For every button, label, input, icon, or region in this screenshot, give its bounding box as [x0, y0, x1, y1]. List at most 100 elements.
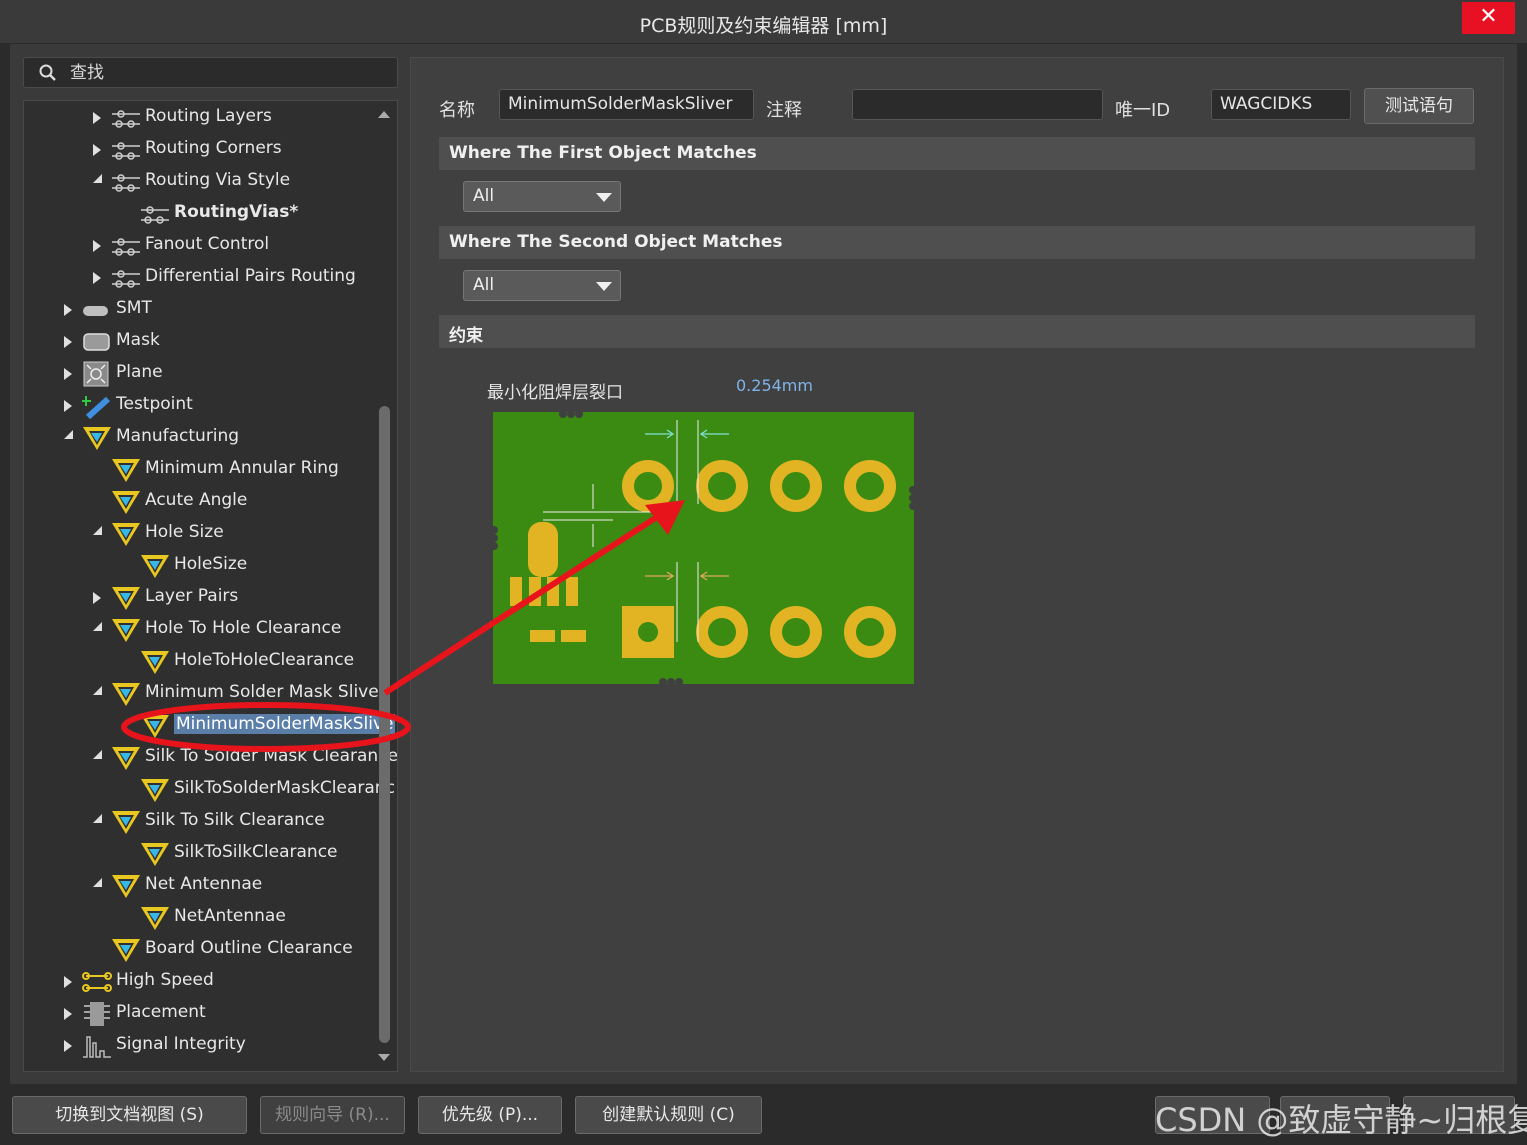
watermark: CSDN @致虚守静~归根复命	[1155, 1101, 1527, 1139]
chevron-down-icon[interactable]	[93, 526, 102, 535]
tree-item[interactable]: Board Outline Clearance	[24, 934, 384, 966]
rule-name-field[interactable]: MinimumSolderMaskSliver	[499, 89, 754, 120]
tree-item[interactable]: Fanout Control	[24, 230, 384, 262]
switch-document-view-button[interactable]: 切换到文档视图 (S)	[12, 1096, 247, 1134]
tree-item-label: Placement	[116, 1002, 206, 1022]
chevron-down-icon[interactable]	[93, 814, 102, 823]
tree-item[interactable]: Minimum Annular Ring	[24, 454, 384, 486]
chevron-down-icon[interactable]	[93, 686, 102, 695]
search-input[interactable]	[70, 60, 390, 85]
chevron-right-icon[interactable]	[93, 272, 101, 284]
rule-icon	[82, 425, 112, 451]
chevron-right-icon[interactable]	[93, 240, 101, 252]
second-match-header: Where The Second Object Matches	[439, 226, 1475, 259]
tree-item[interactable]: HoleToHoleClearance	[24, 646, 384, 678]
tree-item-label: Board Outline Clearance	[145, 938, 353, 958]
chevron-right-icon[interactable]	[93, 112, 101, 124]
chevron-down-icon[interactable]	[93, 622, 102, 631]
rule-icon	[140, 649, 170, 675]
tree-item-label: HoleToHoleClearance	[174, 650, 355, 670]
tree-item-label: Routing Corners	[145, 138, 282, 158]
rule-tree: Routing Layers Routing Corners Routing Via…	[23, 100, 398, 1072]
constraint-value[interactable]: 0.254mm	[736, 376, 813, 395]
tree-item[interactable]: Routing Layers	[24, 102, 384, 134]
tree-item[interactable]: Testpoint	[24, 390, 384, 422]
tree-item-label: SilkToSolderMaskClearanc	[174, 778, 395, 798]
tree-item[interactable]: Differential Pairs Routing	[24, 262, 384, 294]
routing-icon	[111, 169, 141, 195]
chevron-right-icon[interactable]	[64, 336, 72, 348]
chevron-right-icon[interactable]	[64, 368, 72, 380]
tree-scrollbar-thumb[interactable]	[379, 406, 390, 1043]
tree-item[interactable]: Routing Corners	[24, 134, 384, 166]
chevron-down-icon[interactable]	[64, 430, 73, 439]
test-query-button[interactable]: 测试语句	[1364, 88, 1474, 124]
chevron-down-icon[interactable]	[93, 174, 102, 183]
tree-item-label: NetAntennae	[174, 906, 286, 926]
tree-item[interactable]: High Speed	[24, 966, 384, 998]
tree-item[interactable]: Silk To Solder Mask Clearance	[24, 742, 397, 774]
tree-item[interactable]: NetAntennae	[24, 902, 384, 934]
close-button[interactable]: ✕	[1462, 2, 1515, 34]
priority-button[interactable]: 优先级 (P)...	[418, 1096, 562, 1134]
tree-item-label: MinimumSolderMaskSlive	[174, 714, 396, 734]
tree-item[interactable]: Mask	[24, 326, 384, 358]
scroll-down-arrow-icon[interactable]	[378, 1054, 390, 1061]
tree-item[interactable]: RoutingVias*	[24, 198, 384, 230]
tree-item[interactable]: Silk To Silk Clearance	[24, 806, 384, 838]
constraints-header: 约束	[439, 315, 1475, 348]
rule-icon	[111, 617, 141, 643]
signal-icon	[82, 1033, 112, 1059]
routing-icon	[111, 265, 141, 291]
tree-item[interactable]: MinimumSolderMaskSlive	[24, 710, 396, 742]
tree-item-label: Silk To Solder Mask Clearance	[145, 746, 398, 766]
tree-item[interactable]: HoleSize	[24, 550, 384, 582]
tree-item[interactable]: Signal Integrity	[24, 1030, 384, 1062]
chevron-right-icon[interactable]	[64, 1008, 72, 1020]
chevron-right-icon[interactable]	[64, 976, 72, 988]
comment-field[interactable]	[852, 89, 1103, 120]
first-match-dropdown[interactable]: All	[463, 181, 621, 212]
chevron-right-icon[interactable]	[93, 144, 101, 156]
tree-item[interactable]: Routing Via Style	[24, 166, 384, 198]
create-default-rules-button[interactable]: 创建默认规则 (C)	[575, 1096, 762, 1134]
chevron-down-icon	[596, 282, 612, 291]
chevron-down-icon[interactable]	[93, 750, 102, 759]
scroll-up-arrow-icon[interactable]	[378, 111, 390, 118]
tree-item[interactable]: Layer Pairs	[24, 582, 384, 614]
tree-item[interactable]: Manufacturing	[24, 422, 384, 454]
tree-item-label: RoutingVias*	[174, 202, 299, 222]
tree-item[interactable]: Hole To Hole Clearance	[24, 614, 384, 646]
chevron-down-icon[interactable]	[93, 878, 102, 887]
tree-item[interactable]: Hole Size	[24, 518, 384, 550]
rule-wizard-button[interactable]: 规则向导 (R)...	[260, 1096, 405, 1134]
tree-item-label: Fanout Control	[145, 234, 270, 254]
routing-icon	[111, 233, 141, 259]
tree-item[interactable]: Net Antennae	[24, 870, 384, 902]
chevron-right-icon[interactable]	[64, 400, 72, 412]
tree-item-label: SilkToSilkClearance	[174, 842, 338, 862]
chevron-right-icon[interactable]	[64, 1040, 72, 1052]
tree-item[interactable]: SilkToSolderMaskClearanc	[24, 774, 395, 806]
mask-icon	[82, 329, 112, 355]
second-match-dropdown[interactable]: All	[463, 270, 621, 301]
tree-item[interactable]: Acute Angle	[24, 486, 384, 518]
highspeed-icon	[82, 969, 112, 995]
tree-item-label: Differential Pairs Routing	[145, 266, 356, 286]
tree-item[interactable]: Minimum Solder Mask Sliver	[24, 678, 386, 710]
chevron-right-icon[interactable]	[64, 304, 72, 316]
tree-item[interactable]: SMT	[24, 294, 384, 326]
tree-item[interactable]: SilkToSilkClearance	[24, 838, 384, 870]
tree-item-label: Testpoint	[116, 394, 193, 414]
chevron-right-icon[interactable]	[93, 592, 101, 604]
constraints-title: 约束	[449, 326, 483, 346]
routing-icon	[111, 105, 141, 131]
tree-item[interactable]: Plane	[24, 358, 384, 390]
rule-icon	[140, 777, 170, 803]
search-box[interactable]	[23, 57, 398, 88]
title-bar: PCB规则及约束编辑器 [mm] ✕	[0, 0, 1527, 44]
unique-id-field[interactable]: WAGCIDKS	[1211, 89, 1351, 120]
plane-icon	[82, 361, 112, 387]
tree-item[interactable]: Placement	[24, 998, 384, 1030]
window-title: PCB规则及约束编辑器 [mm]	[639, 15, 888, 37]
